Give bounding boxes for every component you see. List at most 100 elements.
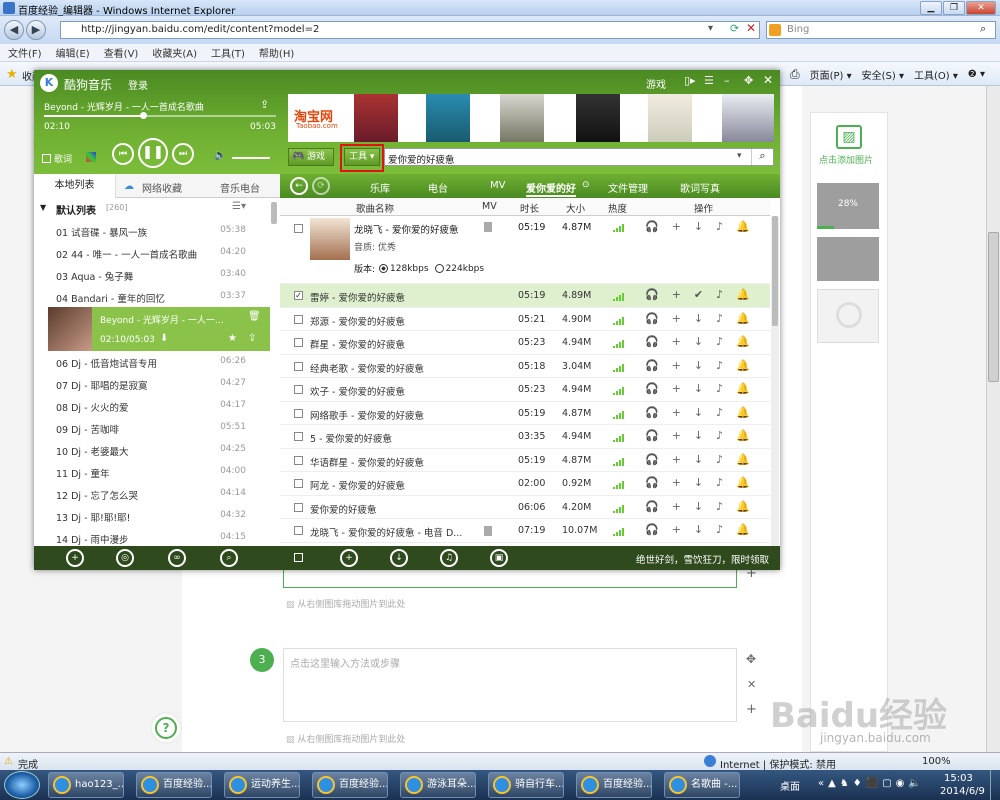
minimize-icon[interactable]: – <box>724 74 730 87</box>
table-row[interactable]: 群星 - 爱你爱的好疲惫 05:23 4.94M 🎧+↓♪🔔 <box>280 331 770 355</box>
dropdown-icon[interactable]: ▾ <box>708 23 713 34</box>
song-actions[interactable]: 🎧+↓♪🔔 <box>645 429 763 442</box>
collapse-icon[interactable]: ▼ <box>40 203 46 212</box>
add-icon[interactable]: + <box>746 702 757 717</box>
results-scrollbar-thumb[interactable] <box>772 216 778 326</box>
taskbar-item[interactable]: 百度经验... <box>312 772 388 798</box>
help-button[interactable]: ? <box>150 712 182 744</box>
loop-icon[interactable]: ∞ <box>168 549 186 567</box>
lyrics-checkbox[interactable] <box>42 154 51 163</box>
select-all-checkbox[interactable] <box>294 553 303 562</box>
add-to-list-icon[interactable]: + <box>340 549 358 567</box>
table-row[interactable]: 郑源 - 爱你爱的好疲惫 05:21 4.90M 🎧+↓♪🔔 <box>280 308 770 331</box>
tab-library[interactable]: 乐库 <box>370 180 390 195</box>
download-icon[interactable]: ↓ <box>390 549 408 567</box>
song-actions[interactable]: 🎧+↓♪🔔 <box>645 523 763 536</box>
table-row[interactable]: 爱你爱的好疲惫 06:06 4.20M 🎧+↓♪🔔 <box>280 496 770 519</box>
refresh-icon[interactable]: ⟳ <box>730 22 739 35</box>
tab-radio[interactable]: 音乐电台 <box>220 180 260 195</box>
song-actions[interactable]: 🎧+↓♪🔔 <box>645 359 763 372</box>
step-input-box[interactable]: 点击这里输入方法或步骤 <box>283 648 737 722</box>
table-row[interactable]: 欢子 - 爱你爱的好疲惫 05:23 4.94M 🎧+↓♪🔔 <box>280 378 770 402</box>
mv-icon[interactable] <box>484 526 492 536</box>
tray-icons[interactable]: «▲♞♦⬛▢◉🔈 <box>818 778 925 789</box>
add-image-link[interactable]: 点击添加图片 <box>819 153 889 166</box>
back-button[interactable]: ◀ <box>4 20 24 40</box>
favorite-icon[interactable]: ★ <box>228 333 237 344</box>
taskbar-item[interactable]: 运动养生... <box>224 772 300 798</box>
version-128[interactable]: 128kbps <box>390 264 429 274</box>
download-icon[interactable]: ⬇ <box>160 333 168 344</box>
desktop-toolbar[interactable]: 桌面 <box>780 778 800 793</box>
progress-handle[interactable] <box>140 112 147 119</box>
row-checkbox[interactable] <box>294 224 303 233</box>
menu-edit[interactable]: 编辑(E) <box>56 45 90 60</box>
list-item[interactable]: 03 Aqua - 兔子舞 03:40 <box>34 264 270 286</box>
results-scrollbar[interactable] <box>771 216 779 546</box>
image-thumbnail[interactable] <box>817 289 879 343</box>
taskbar-item[interactable]: 百度经验... <box>576 772 652 798</box>
row-checkbox[interactable] <box>294 455 303 465</box>
list-item[interactable]: 12 Dj - 忘了怎么哭 04:14 <box>34 483 270 505</box>
headphones-icon[interactable]: ♫ <box>440 549 458 567</box>
tools-button[interactable]: 工具 ▾ <box>344 148 380 166</box>
address-input[interactable]: http://jingyan.baidu.com/edit/content?mo… <box>60 21 760 39</box>
table-row[interactable]: 龙晓飞 - 爱你爱的好疲惫 - 电音 D... 07:19 10.07M 🎧+↓♪🔔 <box>280 519 770 543</box>
taskbar-item[interactable]: 名歌曲 -... <box>664 772 740 798</box>
safety-menu[interactable]: 安全(S) ▾ <box>862 67 904 82</box>
menu-icon[interactable]: ☰ <box>704 74 714 87</box>
playing-song-row[interactable]: Beyond - 光辉岁月 - 一人一… 02:10/05:03 ⬇ 🗑 ★ ⇪ <box>48 307 270 351</box>
prev-button[interactable]: ⏮ <box>112 143 134 165</box>
list-item[interactable]: 10 Dj - 老婆最大 04:25 <box>34 439 270 461</box>
list-item[interactable]: 08 Dj - 火火的爱 04:17 <box>34 395 270 417</box>
list-item[interactable]: 01 试音碟 - 暴风一族 05:38 <box>34 220 270 242</box>
search-dropdown-icon[interactable]: ▾ <box>737 151 742 161</box>
song-actions[interactable]: 🎧+↓♪🔔 <box>645 382 763 395</box>
scrollbar-thumb[interactable] <box>988 232 999 382</box>
upload-thumbnail[interactable]: 28% <box>817 183 879 229</box>
search-icon[interactable]: ⌕ <box>980 22 986 36</box>
volume-icon[interactable]: 🔈 <box>214 150 226 161</box>
login-link[interactable]: 登录 <box>128 77 148 92</box>
tab-file-manager[interactable]: 文件管理 <box>608 180 648 195</box>
table-row[interactable]: ✓ 雷婷 - 爱你爱的好疲惫 05:19 4.89M 🎧+✔♪🔔 <box>280 284 770 308</box>
locate-icon[interactable]: ◎ <box>116 549 134 567</box>
row-checkbox[interactable]: ✓ <box>294 291 303 300</box>
maximize-button[interactable]: ❐ <box>943 1 965 15</box>
add-icon[interactable]: + <box>66 549 84 567</box>
start-button[interactable] <box>4 771 40 799</box>
minimize-button[interactable]: ▁ <box>920 1 942 15</box>
list-item[interactable]: 06 Dj - 低音炮试音专用 06:26 <box>34 351 270 373</box>
mini-mode-icon[interactable]: ▯▸ <box>684 74 696 87</box>
taskbar-item[interactable]: 骑自行车... <box>488 772 564 798</box>
volume-slider[interactable] <box>232 157 270 159</box>
ad-banner[interactable]: 淘宝网 Taobao.com <box>288 94 774 142</box>
taskbar-item[interactable]: hao123_... <box>48 772 124 798</box>
zoom-level[interactable]: 100% <box>922 756 951 767</box>
table-row[interactable]: 华语群星 - 爱你爱的好疲惫 05:19 4.87M 🎧+↓♪🔔 <box>280 449 770 472</box>
song-actions[interactable]: 🎧+↓♪🔔 <box>645 500 763 513</box>
close-tab-icon[interactable]: ⊙ <box>582 180 590 190</box>
row-checkbox[interactable] <box>294 502 303 512</box>
menu-tools[interactable]: 工具(T) <box>211 45 245 60</box>
next-button[interactable]: ⏭ <box>172 143 194 165</box>
table-row[interactable]: 经典老歌 - 爱你爱的好疲惫 05:18 3.04M 🎧+↓♪🔔 <box>280 355 770 378</box>
lyrics-toggle[interactable]: 歌词 <box>42 152 72 165</box>
table-row[interactable]: 5 - 爱你爱的好疲惫 03:35 4.94M 🎧+↓♪🔔 <box>280 425 770 449</box>
row-checkbox[interactable] <box>294 361 303 371</box>
list-item[interactable]: 07 Dj - 耶唱的是寂寞 04:27 <box>34 373 270 395</box>
tab-search-result[interactable]: 爱你爱的好 <box>526 180 576 197</box>
list-item[interactable]: 09 Dj - 苦咖啡 05:51 <box>34 417 270 439</box>
song-actions[interactable]: 🎧+↓♪🔔 <box>645 476 763 489</box>
version-224[interactable]: 224kbps <box>446 264 485 274</box>
version-128-radio[interactable] <box>379 264 389 273</box>
add-image-icon[interactable]: ▨ <box>836 125 862 149</box>
page-menu[interactable]: 页面(P) ▾ <box>810 67 852 82</box>
row-checkbox[interactable] <box>294 526 303 535</box>
show-desktop-button[interactable] <box>990 770 1000 800</box>
save-icon[interactable]: ▣ <box>490 549 508 567</box>
game-link[interactable]: 游戏 <box>646 76 666 91</box>
taskbar-item[interactable]: 游泳耳朵... <box>400 772 476 798</box>
song-actions[interactable]: 🎧+↓♪🔔 <box>645 312 763 325</box>
tab-lyrics[interactable]: 歌词写真 <box>680 180 720 195</box>
